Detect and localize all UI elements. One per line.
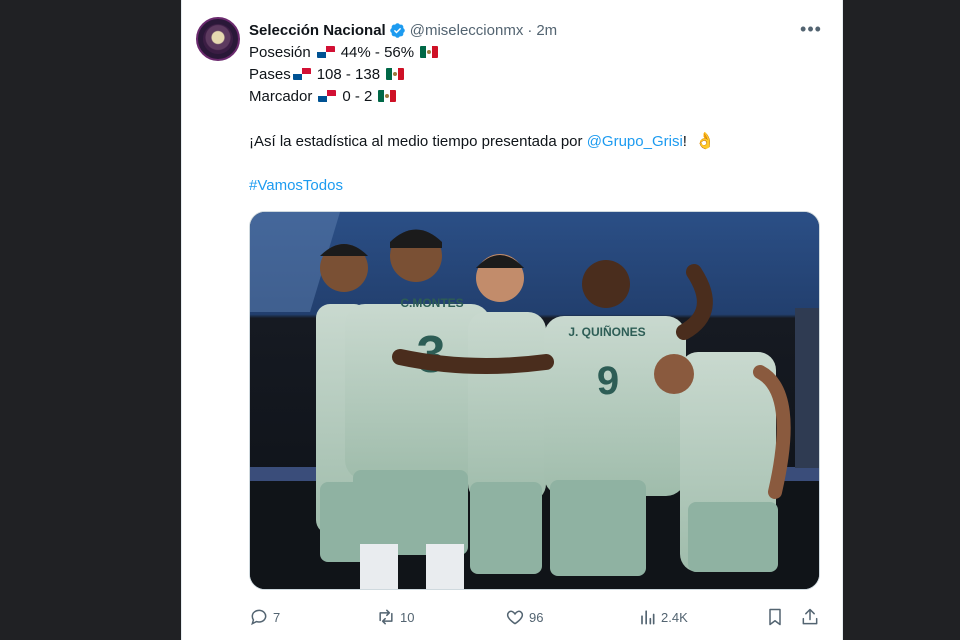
stat-line-score: Marcador 0 - 2 bbox=[249, 85, 399, 107]
ok-hand-icon: 👌 bbox=[694, 133, 715, 150]
separator-dot: · bbox=[527, 21, 533, 39]
tweet-sentence: ¡Así la estadística al medio tiempo pres… bbox=[249, 130, 715, 152]
like-count: 96 bbox=[529, 609, 544, 625]
avatar[interactable] bbox=[196, 17, 240, 61]
stat-line-possession: Posesión 44% - 56% bbox=[249, 41, 441, 63]
share-icon bbox=[802, 608, 818, 625]
panama-flag-icon bbox=[318, 90, 337, 102]
tweet-actions: 7 10 96 2.4K bbox=[249, 604, 824, 630]
like-button[interactable]: 96 bbox=[505, 604, 543, 630]
verified-badge-icon bbox=[389, 22, 406, 39]
stat-label: Marcador bbox=[249, 87, 313, 105]
avatar-logo bbox=[203, 24, 233, 54]
stat-label: Posesión bbox=[249, 43, 311, 61]
reply-icon bbox=[251, 609, 267, 626]
tweet-card[interactable]: Selección Nacional @miseleccionmx · 2m •… bbox=[181, 0, 843, 640]
reply-button[interactable]: 7 bbox=[249, 604, 280, 630]
hashtag-line: #VamosTodos bbox=[249, 174, 343, 196]
author-name[interactable]: Selección Nacional bbox=[249, 22, 386, 39]
views-button[interactable]: 2.4K bbox=[637, 604, 688, 630]
left-dark-panel bbox=[0, 0, 181, 640]
sentence-end: ! bbox=[682, 132, 687, 150]
stat-value: 44% - 56% bbox=[340, 43, 415, 61]
share-button[interactable] bbox=[800, 604, 824, 630]
panama-flag-icon bbox=[316, 46, 335, 58]
tweet-header: Selección Nacional @miseleccionmx · 2m bbox=[249, 19, 557, 41]
stat-value: 108 - 138 bbox=[316, 65, 381, 83]
views-count: 2.4K bbox=[661, 609, 688, 625]
mexico-flag-icon bbox=[386, 68, 405, 80]
mexico-flag-icon bbox=[378, 90, 397, 102]
retweet-icon bbox=[379, 609, 393, 625]
bookmark-icon bbox=[769, 608, 781, 626]
right-dark-panel bbox=[843, 0, 960, 640]
views-icon bbox=[641, 610, 655, 625]
like-icon bbox=[506, 610, 524, 625]
more-options-icon[interactable]: ••• bbox=[794, 18, 828, 40]
jersey-name-1: C.MONTES bbox=[400, 296, 463, 310]
jersey-number-2: 9 bbox=[597, 359, 619, 403]
tweet-timestamp[interactable]: 2m bbox=[536, 22, 557, 39]
stat-label: Pases bbox=[249, 65, 291, 83]
tweet-photo[interactable]: C.MONTES 3 J. QUIÑONES 9 bbox=[249, 211, 820, 590]
team-celebration-image: C.MONTES 3 J. QUIÑONES 9 bbox=[250, 212, 819, 589]
mention-link[interactable]: @Grupo_Grisi bbox=[587, 133, 683, 150]
reply-count: 7 bbox=[273, 609, 281, 625]
stat-line-passes: Pases 108 - 138 bbox=[249, 63, 407, 85]
bookmark-button[interactable] bbox=[765, 604, 789, 630]
author-handle[interactable]: @miseleccionmx bbox=[410, 22, 524, 39]
hashtag-link[interactable]: #VamosTodos bbox=[249, 177, 343, 194]
retweet-count: 10 bbox=[400, 609, 415, 625]
retweet-button[interactable]: 10 bbox=[376, 604, 414, 630]
mexico-flag-icon bbox=[420, 46, 439, 58]
jersey-name-2: J. QUIÑONES bbox=[568, 324, 645, 339]
stat-value: 0 - 2 bbox=[342, 87, 373, 105]
sentence-text: ¡Así la estadística al medio tiempo pres… bbox=[249, 132, 587, 150]
panama-flag-icon bbox=[292, 68, 311, 80]
